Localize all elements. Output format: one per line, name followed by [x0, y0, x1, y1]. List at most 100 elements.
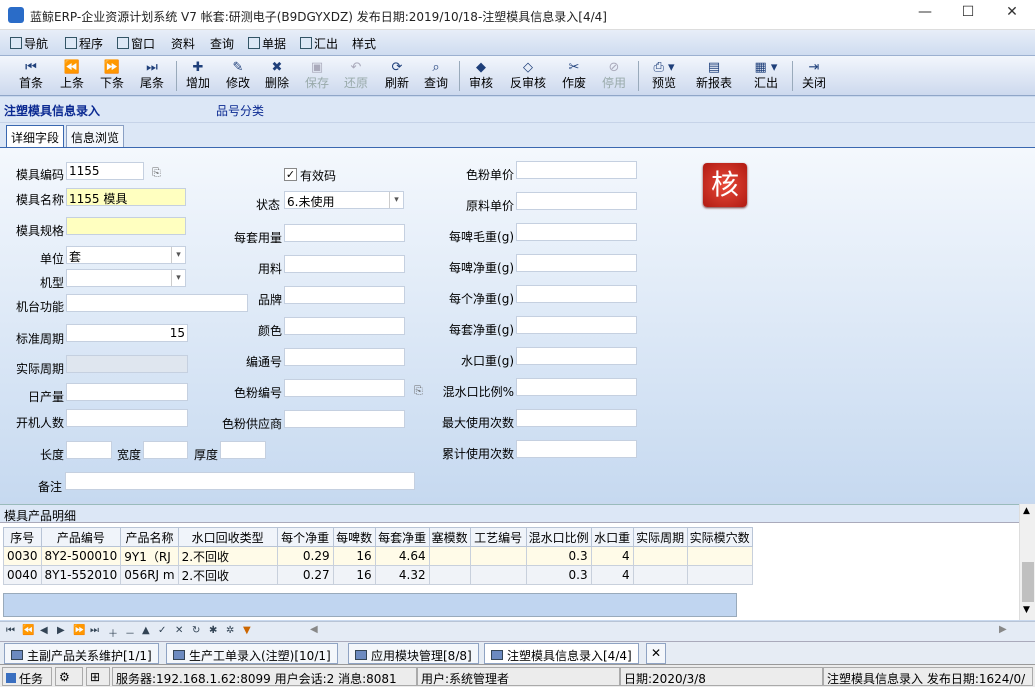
brand-input[interactable] [284, 286, 405, 304]
col-header[interactable]: 水口回收类型 [177, 527, 278, 547]
cell[interactable]: 4 [590, 565, 634, 585]
cell[interactable]: 4.32 [374, 565, 430, 585]
nav-star-icon[interactable]: ✱ [209, 625, 217, 636]
net-set-input[interactable] [516, 316, 637, 334]
sprue-ratio-input[interactable] [516, 378, 637, 396]
col-header[interactable]: 实际周期 [632, 527, 688, 547]
width-input[interactable] [143, 441, 188, 459]
cell[interactable] [469, 565, 527, 585]
std-cycle-input[interactable]: 15 [66, 324, 188, 342]
raw-price-input[interactable] [516, 192, 637, 210]
next-record-button[interactable]: ⏩ 下条 [95, 59, 129, 93]
valid-checkbox[interactable]: ✓ [284, 168, 297, 181]
cell[interactable]: 9Y1（RJ [120, 546, 179, 566]
undo-button[interactable]: ↶ 还原 [340, 59, 372, 93]
cell[interactable] [686, 546, 753, 566]
mdi-close-button[interactable]: ✕ [646, 643, 667, 664]
table-row[interactable]: 0040 8Y1-552010 056RJ m 2.不回收 0.27 16 4.… [3, 565, 753, 585]
nav-next-page-icon[interactable]: ⏩ [73, 625, 85, 636]
minimize-button[interactable]: — [905, 4, 945, 26]
nav-next-icon[interactable]: ▶ [57, 625, 65, 636]
export-button[interactable]: ▦ ▾ 汇出 [744, 59, 788, 93]
tree-icon[interactable]: ⊞ [86, 667, 110, 686]
col-header[interactable]: 实际模穴数 [686, 527, 753, 547]
col-header[interactable]: 每啤数 [332, 527, 376, 547]
tab-detail-fields[interactable]: 详细字段 [6, 125, 65, 147]
mold-name-input[interactable]: 1155 模具 [66, 188, 186, 206]
add-button[interactable]: ✚ 增加 [182, 59, 214, 93]
cell[interactable]: 0.3 [525, 546, 592, 566]
menu-navigate[interactable]: 导航 [10, 35, 48, 52]
unaudit-button[interactable]: ◇ 反审核 [507, 59, 549, 93]
mdi-tab-mold-entry[interactable]: 注塑模具信息录入[4/4] [484, 643, 639, 664]
cell[interactable] [428, 546, 471, 566]
col-header[interactable]: 产品编号 [40, 527, 122, 547]
scroll-left-icon[interactable]: ◀ [310, 624, 318, 635]
cell[interactable]: 4.64 [374, 546, 430, 566]
table-row[interactable]: 0030 8Y2-500010 9Y1（RJ 2.不回收 0.29 16 4.6… [3, 546, 753, 566]
cell[interactable]: 0.29 [276, 546, 334, 566]
menu-data[interactable]: 资料 [171, 35, 195, 52]
toner-price-input[interactable] [516, 161, 637, 179]
chevron-down-icon[interactable]: ▾ [389, 192, 403, 208]
status-select[interactable]: 6.未使用 ▾ [284, 191, 404, 209]
col-header[interactable]: 工艺编号 [469, 527, 527, 547]
scroll-thumb[interactable] [1022, 562, 1034, 602]
col-header[interactable]: 序号 [3, 527, 42, 547]
nav-cancel-icon[interactable]: ✕ [175, 625, 183, 636]
col-header[interactable]: 产品名称 [120, 527, 179, 547]
cell[interactable] [469, 546, 527, 566]
menu-export[interactable]: 汇出 [300, 35, 338, 52]
delete-button[interactable]: ✖ 删除 [261, 59, 293, 93]
scroll-down-icon[interactable]: ▼ [1023, 605, 1030, 615]
first-record-button[interactable]: ⏮ 首条 [14, 59, 48, 93]
nav-insert-icon[interactable]: ＋ [108, 625, 118, 640]
nav-last-icon[interactable]: ⏭ [90, 625, 99, 636]
col-header[interactable]: 每套净重 [374, 527, 430, 547]
sprue-input[interactable] [516, 347, 637, 365]
category-link[interactable]: 品号分类 [216, 102, 264, 119]
vertical-scrollbar[interactable]: ▲ ▼ [1019, 504, 1035, 620]
cell[interactable] [428, 565, 471, 585]
menu-query[interactable]: 查询 [210, 35, 234, 52]
mold-code-input[interactable]: 1155 [66, 162, 144, 180]
thickness-input[interactable] [220, 441, 266, 459]
nav-up-icon[interactable]: ▲ [142, 625, 150, 636]
cell[interactable]: 0030 [3, 546, 42, 566]
tab-browse[interactable]: 信息浏览 [66, 125, 125, 147]
menu-style[interactable]: 样式 [352, 35, 376, 52]
total-use-input[interactable] [516, 440, 637, 458]
col-header[interactable]: 每个净重 [276, 527, 334, 547]
cell[interactable]: 0.3 [525, 565, 592, 585]
cell[interactable]: 2.不回收 [177, 546, 278, 566]
maximize-button[interactable]: ☐ [948, 4, 988, 26]
serial-input[interactable] [284, 348, 405, 366]
nav-prev-page-icon[interactable]: ⏪ [22, 625, 34, 636]
scroll-up-icon[interactable]: ▲ [1023, 506, 1030, 516]
cell[interactable] [632, 565, 688, 585]
unit-select[interactable]: 套 ▾ [66, 246, 186, 264]
scroll-right-icon[interactable]: ▶ [999, 624, 1007, 635]
toner-code-input[interactable] [284, 379, 405, 397]
nav-delete-icon[interactable]: － [125, 625, 135, 640]
menu-program[interactable]: 程序 [65, 35, 103, 52]
last-record-button[interactable]: ⏭ 尾条 [135, 59, 169, 93]
material-input[interactable] [284, 255, 405, 273]
cell[interactable]: 8Y1-552010 [40, 565, 122, 585]
remark-input[interactable] [65, 472, 415, 490]
gross-per-shot-input[interactable] [516, 223, 637, 241]
audit-button[interactable]: ◆ 审核 [465, 59, 497, 93]
daily-output-input[interactable] [66, 383, 188, 401]
col-header[interactable]: 塞模数 [428, 527, 471, 547]
menu-window[interactable]: 窗口 [117, 35, 155, 52]
per-set-usage-input[interactable] [284, 224, 405, 242]
save-button[interactable]: ▣ 保存 [301, 59, 333, 93]
cell[interactable]: 0040 [3, 565, 42, 585]
horizontal-scrollbar[interactable]: ◀ ▶ [264, 624, 1016, 636]
nav-refresh-icon[interactable]: ↻ [192, 625, 200, 636]
nav-filter-icon[interactable]: ▼ [243, 625, 251, 636]
close-window-button[interactable]: ✕ [992, 4, 1032, 26]
mdi-tab-work-order[interactable]: 生产工单录入(注塑)[10/1] [166, 643, 338, 664]
mdi-tab-module-admin[interactable]: 应用模块管理[8/8] [348, 643, 479, 664]
color-input[interactable] [284, 317, 405, 335]
